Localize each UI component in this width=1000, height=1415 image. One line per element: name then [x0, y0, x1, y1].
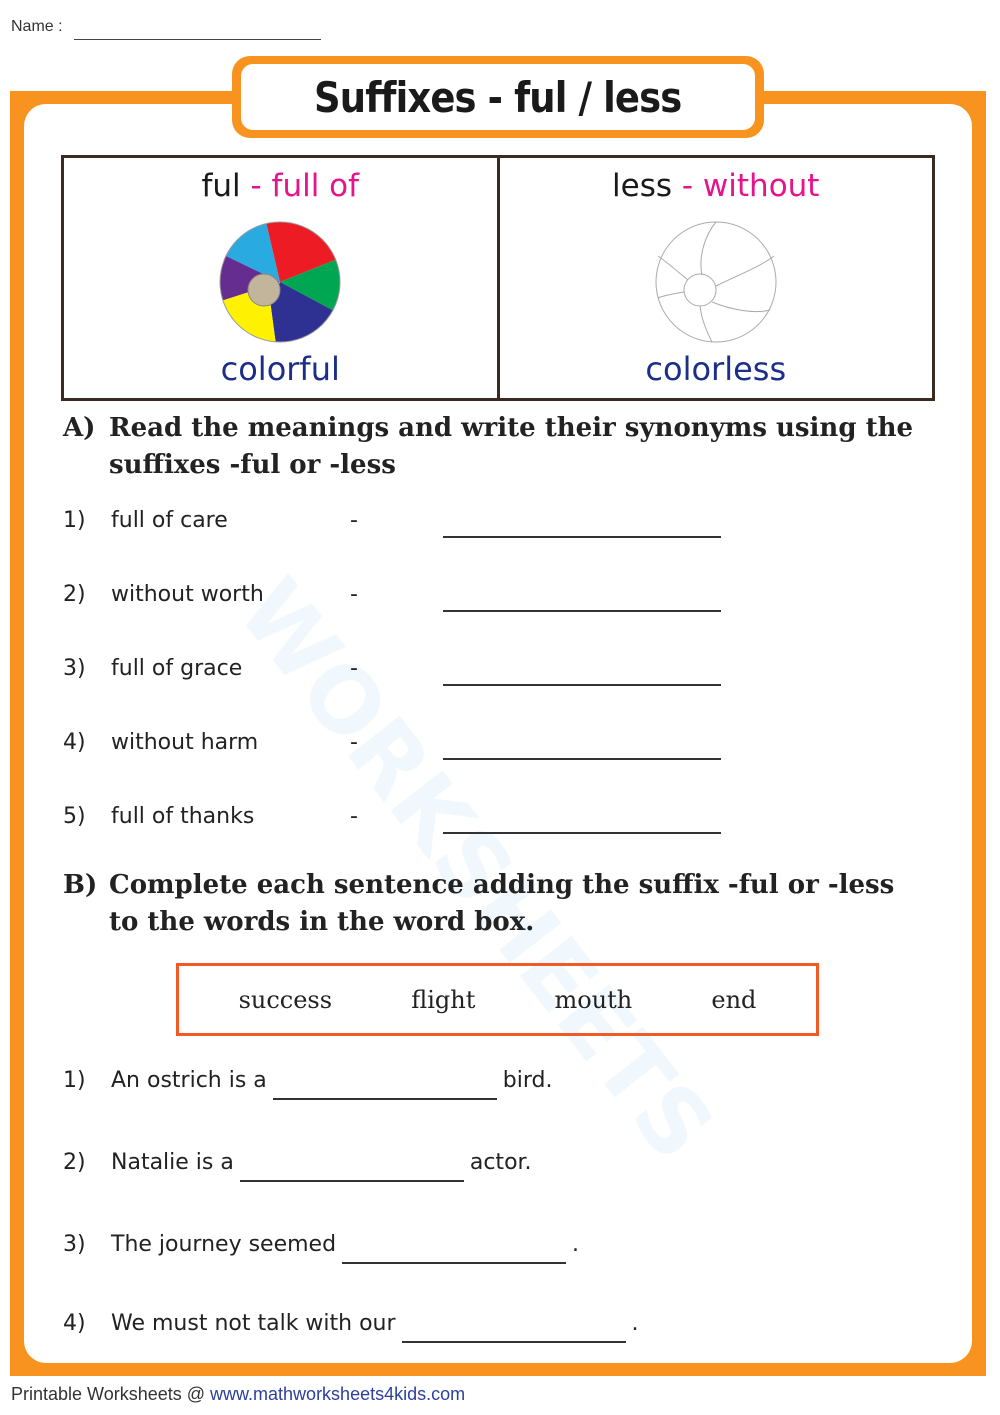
separator: -: [240, 168, 272, 204]
sentence-before: We must not talk with our: [111, 1311, 396, 1336]
meaning-label: without: [702, 168, 820, 204]
suffix-label: ful: [201, 168, 241, 204]
answer-blank[interactable]: [443, 684, 721, 686]
suffix-comparison-table: ful - full of colorful less - without co…: [61, 155, 935, 401]
answer-blank[interactable]: [443, 832, 721, 834]
sentence-number: 2): [63, 1150, 86, 1175]
question-number: 1): [63, 508, 86, 533]
question-text: without harm: [111, 730, 259, 755]
question-dash: -: [350, 508, 358, 533]
answer-blank[interactable]: [443, 610, 721, 612]
comparison-heading: less - without: [500, 168, 933, 204]
sentence-after: .: [631, 1311, 639, 1336]
question-number: 2): [63, 582, 86, 607]
footer-prefix: Printable Worksheets @: [11, 1384, 211, 1404]
question-text: full of grace: [111, 656, 243, 681]
page-title: Suffixes - ful / less: [314, 72, 682, 122]
section-b-label: B): [63, 870, 98, 900]
question-number: 4): [63, 730, 86, 755]
section-b-instruction: Complete each sentence adding the suffix…: [109, 870, 895, 937]
word-box-item: mouth: [554, 985, 633, 1014]
word-box-item: flight: [411, 985, 476, 1014]
sentence-blank[interactable]: [401, 1311, 626, 1343]
sentence-number: 3): [63, 1232, 86, 1257]
question-dash: -: [350, 730, 358, 755]
sentence-blank[interactable]: [272, 1068, 497, 1100]
answer-blank[interactable]: [443, 536, 721, 538]
footer: Printable Worksheets @ www.mathworksheet…: [11, 1384, 465, 1405]
question-number: 5): [63, 804, 86, 829]
title-banner: Suffixes - ful / less: [241, 64, 755, 130]
question-dash: -: [350, 804, 358, 829]
question-text: without worth: [111, 582, 264, 607]
answer-blank[interactable]: [443, 758, 721, 760]
example-word: colorful: [220, 350, 340, 388]
separator: -: [672, 168, 703, 204]
sentence-before: The journey seemed: [111, 1232, 337, 1257]
meaning-label: full of: [271, 168, 360, 204]
sentence-blank[interactable]: [342, 1232, 567, 1264]
word-box: success flight mouth end: [176, 963, 819, 1036]
section-a-heading: A) Read the meanings and write their syn…: [63, 410, 913, 480]
section-a-instruction: Read the meanings and write their synony…: [109, 413, 914, 480]
word-box-item: end: [711, 985, 757, 1014]
comparison-heading: ful - full of: [64, 168, 497, 204]
question-text: full of thanks: [111, 804, 255, 829]
question-dash: -: [350, 582, 358, 607]
uncolored-beach-ball-icon: [655, 221, 777, 343]
sentence-after: .: [572, 1232, 580, 1257]
sentence-after: bird.: [502, 1068, 553, 1093]
word-box-item: success: [238, 985, 333, 1014]
suffix-label: less: [612, 168, 673, 204]
question-number: 3): [63, 656, 86, 681]
comparison-cell-less: less - without colorless: [496, 158, 933, 398]
question-dash: -: [350, 656, 358, 681]
footer-link[interactable]: www.mathworksheets4kids.com: [210, 1384, 465, 1404]
sentence-number: 1): [63, 1068, 86, 1093]
colored-beach-ball-icon: [219, 221, 341, 343]
section-b-heading: B) Complete each sentence adding the suf…: [63, 867, 894, 937]
sentence-before: Natalie is a: [111, 1150, 234, 1175]
sentence-before: An ostrich is a: [111, 1068, 267, 1093]
sentence-number: 4): [63, 1311, 86, 1336]
name-input-line[interactable]: [74, 39, 321, 40]
sentence-after: actor.: [469, 1150, 532, 1175]
name-label: Name :: [11, 18, 63, 35]
comparison-cell-ful: ful - full of colorful: [64, 158, 497, 398]
sentence-blank[interactable]: [239, 1150, 464, 1182]
section-a-label: A): [63, 413, 96, 443]
example-word: colorless: [645, 350, 787, 388]
question-text: full of care: [111, 508, 228, 533]
